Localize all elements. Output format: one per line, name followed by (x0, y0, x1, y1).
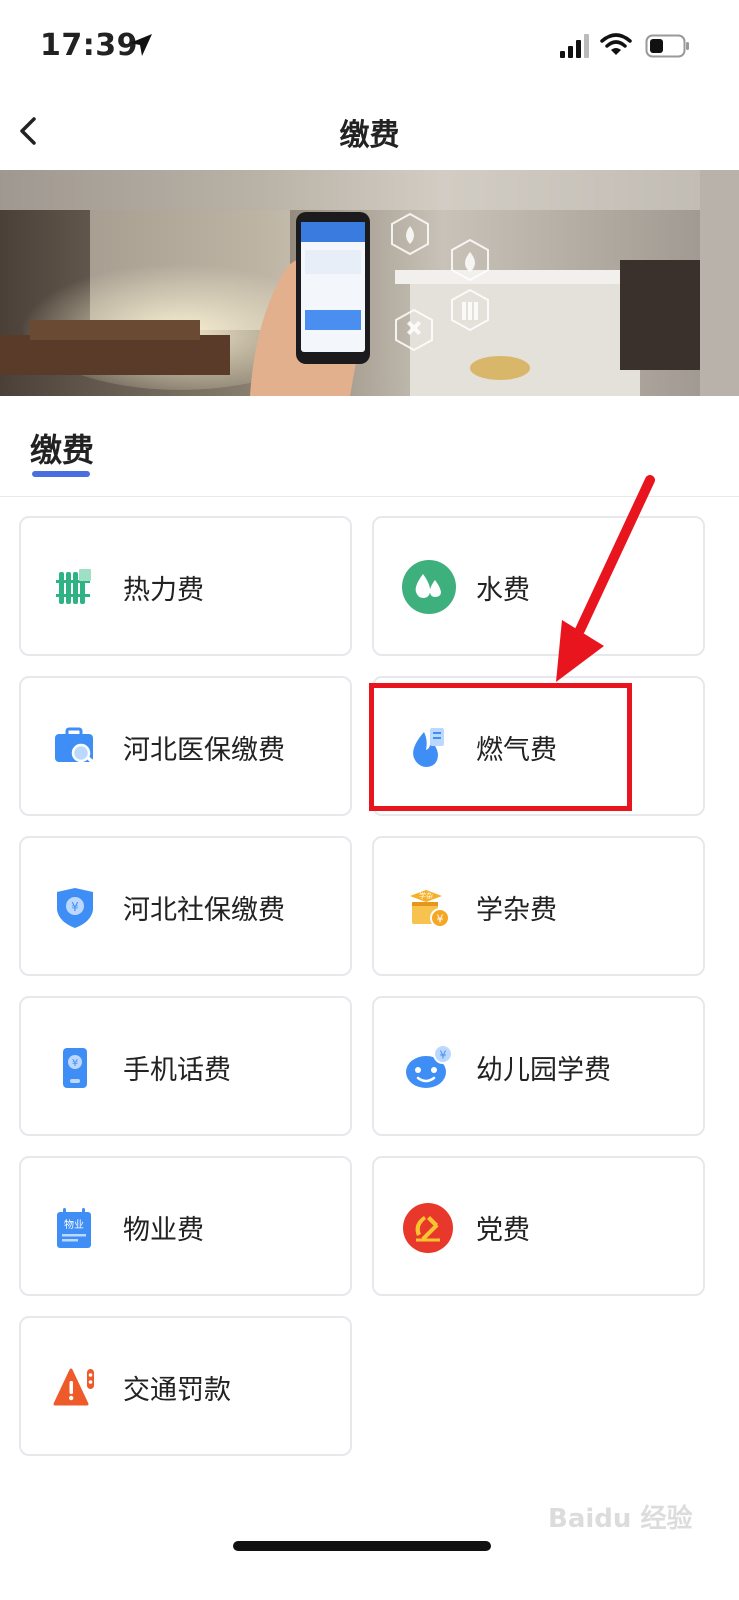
banner-image (0, 170, 739, 396)
status-time: 17:39 (40, 28, 138, 63)
service-label: 交通罚款 (123, 1375, 231, 1406)
status-bar: 17:39 (0, 0, 739, 90)
traffic-warning-icon (53, 1368, 94, 1406)
annotation-arrow-icon (556, 475, 655, 682)
service-tile-traffic-fine[interactable]: 交通罚款 (19, 1316, 352, 1456)
service-label: 物业费 (123, 1215, 204, 1246)
service-label: 党费 (476, 1215, 530, 1246)
service-tile-property[interactable]: 物业 物业费 (19, 1156, 352, 1296)
property-notebook-icon: 物业 (57, 1208, 91, 1248)
watermark-text: Baidu 经验 (548, 1504, 693, 1534)
page-title: 缴费 (339, 118, 400, 153)
home-indicator[interactable] (233, 1541, 491, 1551)
party-emblem-icon (403, 1203, 453, 1253)
icon-text: 物业 (64, 1218, 84, 1231)
nav-bar: 缴费 (0, 90, 739, 170)
service-tile-party-dues[interactable]: 党费 (372, 1156, 705, 1296)
location-arrow-icon (130, 34, 152, 56)
cellular-signal-icon (560, 34, 589, 58)
wifi-icon (600, 33, 632, 55)
section-title: 缴费 (30, 431, 95, 469)
battery-icon (645, 34, 689, 58)
